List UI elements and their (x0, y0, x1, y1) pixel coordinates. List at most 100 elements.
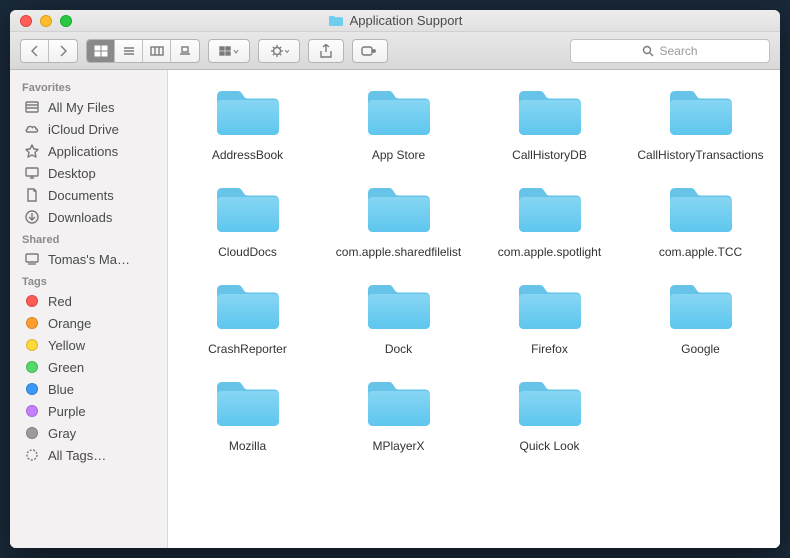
sidebar-item[interactable]: Gray (10, 422, 167, 444)
folder-icon (362, 181, 436, 239)
sidebar-item[interactable]: Orange (10, 312, 167, 334)
sidebar-item[interactable]: Tomas's Ma… (10, 248, 167, 270)
sidebar-item[interactable]: Green (10, 356, 167, 378)
tag-icon (24, 403, 40, 419)
folder-icon (513, 278, 587, 336)
folder-item[interactable]: Google (629, 278, 772, 357)
minimize-button[interactable] (40, 15, 52, 27)
folder-item[interactable]: com.apple.sharedfilelist (327, 181, 470, 260)
sidebar-header: Favorites (10, 76, 167, 96)
sidebar-item-label: Tomas's Ma… (48, 252, 130, 267)
arrange-button-group (208, 39, 250, 63)
sidebar[interactable]: FavoritesAll My FilesiCloud Drive Applica… (10, 70, 168, 548)
list-view-button[interactable] (115, 40, 143, 62)
sidebar-item[interactable]: All Tags… (10, 444, 167, 466)
folder-item[interactable]: AddressBook (176, 84, 319, 163)
action-button-group (258, 39, 300, 63)
arrange-button[interactable] (209, 40, 249, 62)
folder-label: Dock (385, 342, 412, 357)
tag-icon (24, 315, 40, 331)
close-button[interactable] (20, 15, 32, 27)
back-button[interactable] (21, 40, 49, 62)
sidebar-item-label: Red (48, 294, 72, 309)
sidebar-item[interactable]: Desktop (10, 162, 167, 184)
sidebar-header: Shared (10, 228, 167, 248)
applications-icon (24, 143, 40, 159)
share-button[interactable] (308, 39, 344, 63)
folder-icon (211, 84, 285, 142)
icloud-icon (24, 121, 40, 137)
folder-icon (513, 181, 587, 239)
column-view-button[interactable] (143, 40, 171, 62)
folder-item[interactable]: Dock (327, 278, 470, 357)
titlebar[interactable]: Application Support (10, 10, 780, 32)
alltags-icon (24, 447, 40, 463)
sidebar-item[interactable]: iCloud Drive (10, 118, 167, 140)
sidebar-item[interactable]: Purple (10, 400, 167, 422)
folder-icon (664, 84, 738, 142)
folder-icon (362, 375, 436, 433)
folder-grid: AddressBook App Store CallHistoryDB Call… (176, 84, 772, 454)
folder-item[interactable]: App Store (327, 84, 470, 163)
folder-item[interactable]: CrashReporter (176, 278, 319, 357)
folder-label: Quick Look (519, 439, 579, 454)
sidebar-item-label: Blue (48, 382, 74, 397)
all-my-files-icon (24, 99, 40, 115)
folder-icon (328, 15, 344, 27)
folder-item[interactable]: Quick Look (478, 375, 621, 454)
zoom-button[interactable] (60, 15, 72, 27)
folder-label: App Store (372, 148, 425, 163)
folder-item[interactable]: com.apple.TCC (629, 181, 772, 260)
folder-item[interactable]: CloudDocs (176, 181, 319, 260)
tag-icon (24, 293, 40, 309)
folder-label: CloudDocs (218, 245, 277, 260)
folder-label: CrashReporter (208, 342, 287, 357)
sidebar-item[interactable]: Red (10, 290, 167, 312)
sidebar-header: Tags (10, 270, 167, 290)
forward-button[interactable] (49, 40, 77, 62)
sidebar-item-label: Yellow (48, 338, 85, 353)
sidebar-item-label: Downloads (48, 210, 112, 225)
sidebar-item-label: Documents (48, 188, 114, 203)
traffic-lights (10, 15, 72, 27)
view-mode-buttons (86, 39, 200, 63)
sidebar-item-label: Purple (48, 404, 86, 419)
desktop-icon (24, 165, 40, 181)
window-title-text: Application Support (350, 13, 463, 28)
folder-item[interactable]: Mozilla (176, 375, 319, 454)
folder-item[interactable]: Firefox (478, 278, 621, 357)
search-icon (642, 45, 654, 57)
tags-button[interactable] (352, 39, 388, 63)
sidebar-item[interactable]: Applications (10, 140, 167, 162)
sidebar-item[interactable]: Downloads (10, 206, 167, 228)
folder-icon (513, 375, 587, 433)
folder-label: Google (681, 342, 720, 357)
finder-window: Application Support Search FavoritesAll … (10, 10, 780, 548)
folder-label: com.apple.TCC (659, 245, 742, 260)
computer-icon (24, 251, 40, 267)
content-area[interactable]: AddressBook App Store CallHistoryDB Call… (168, 70, 780, 548)
folder-icon (211, 375, 285, 433)
search-field[interactable]: Search (570, 39, 770, 63)
folder-item[interactable]: CallHistoryDB (478, 84, 621, 163)
toolbar: Search (10, 32, 780, 70)
folder-item[interactable]: MPlayerX (327, 375, 470, 454)
sidebar-item[interactable]: Yellow (10, 334, 167, 356)
nav-buttons (20, 39, 78, 63)
sidebar-item-label: All Tags… (48, 448, 106, 463)
folder-item[interactable]: com.apple.spotlight (478, 181, 621, 260)
sidebar-item-label: Applications (48, 144, 118, 159)
window-body: FavoritesAll My FilesiCloud Drive Applica… (10, 70, 780, 548)
folder-label: Firefox (531, 342, 568, 357)
search-placeholder: Search (659, 44, 697, 58)
folder-icon (664, 181, 738, 239)
coverflow-view-button[interactable] (171, 40, 199, 62)
folder-item[interactable]: CallHistoryTransactions (629, 84, 772, 163)
folder-icon (211, 181, 285, 239)
sidebar-item[interactable]: All My Files (10, 96, 167, 118)
icon-view-button[interactable] (87, 40, 115, 62)
tag-icon (24, 359, 40, 375)
action-button[interactable] (259, 40, 299, 62)
sidebar-item[interactable]: Blue (10, 378, 167, 400)
sidebar-item[interactable]: Documents (10, 184, 167, 206)
